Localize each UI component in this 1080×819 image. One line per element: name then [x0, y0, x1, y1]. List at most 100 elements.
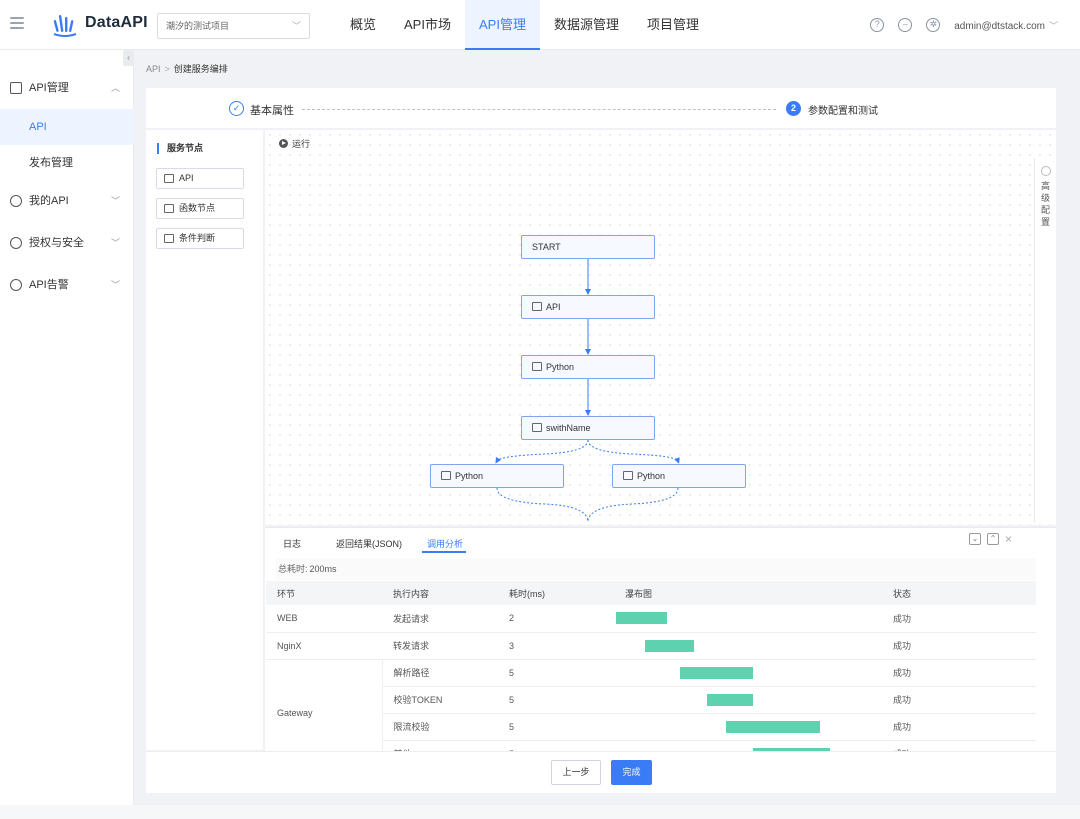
waterfall-bar	[725, 720, 820, 733]
close-icon[interactable]: ×	[1005, 533, 1012, 545]
step1-label[interactable]: 基本属性	[250, 102, 294, 118]
prev-button[interactable]: 上一步	[551, 760, 601, 785]
panel-actions: ⌄ ⌃ ×	[969, 533, 1012, 545]
col-ms: 耗时(ms)	[498, 581, 614, 605]
flow-node-label: Python	[455, 471, 484, 481]
gear-icon[interactable]: ✲	[926, 18, 941, 32]
project-select[interactable]: 潮汐的测试项目 ﹀	[157, 13, 310, 39]
waterfall-bar	[645, 639, 694, 652]
flow-node-python-right[interactable]: Python	[612, 464, 746, 488]
sidebar-sub-publish[interactable]: 发布管理	[0, 145, 134, 181]
top-header: DataAPI 潮汐的测试项目 ﹀ 概览 API市场 API管理 数据源管理 项…	[0, 0, 1080, 50]
run-button[interactable]: 运行	[279, 137, 310, 150]
settings-icon	[1041, 166, 1051, 176]
cell-waterfall	[614, 632, 882, 660]
call-analysis-table: 环节 执行内容 耗时(ms) 瀑布图 状态 WEB 发起请求 2 成功 Ngin…	[266, 581, 1036, 768]
cell-ms: 2	[498, 605, 614, 633]
nav-api-market[interactable]: API市场	[390, 0, 465, 50]
node-function[interactable]: 函数节点	[156, 198, 244, 219]
cell-ms: 3	[498, 632, 614, 660]
cell-stage: WEB	[266, 605, 382, 633]
cell-waterfall	[614, 659, 882, 687]
cell-waterfall	[614, 605, 882, 633]
tab-analysis[interactable]: 调用分析	[427, 537, 463, 550]
nav-datasource[interactable]: 数据源管理	[540, 0, 633, 50]
nav-api-manage[interactable]: API管理	[464, 0, 540, 50]
chevron-down-icon: ﹀	[291, 21, 301, 31]
node-label: 条件判断	[179, 233, 216, 243]
table-row: 限流校验 5 成功	[266, 713, 1036, 741]
flow-node-label: Python	[546, 362, 575, 372]
sidebar-sub-api[interactable]: API	[0, 109, 134, 145]
cell-content: 发起请求	[382, 605, 498, 633]
waterfall-bar	[680, 666, 753, 679]
function-node-icon	[532, 362, 542, 371]
node-panel	[146, 130, 263, 750]
flow-node-python-left[interactable]: Python	[430, 464, 564, 488]
menu-toggle-icon[interactable]	[10, 17, 24, 29]
sidebar-item-api-manage[interactable]: API管理 ︿	[0, 71, 134, 105]
my-api-icon	[10, 195, 22, 207]
cell-ms: 5	[498, 659, 614, 687]
nav-project[interactable]: 项目管理	[633, 0, 713, 50]
node-condition[interactable]: 条件判断	[156, 228, 244, 249]
done-button[interactable]: 完成	[611, 760, 652, 785]
table-row: WEB 发起请求 2 成功	[266, 605, 1036, 633]
sidebar-item-security[interactable]: 授权与安全 ﹀	[0, 226, 134, 260]
breadcrumb-current: 创建服务编排	[173, 64, 228, 74]
table-row: Gateway 解析路径 5 成功	[266, 659, 1036, 768]
page-bottom-edge	[0, 805, 1080, 819]
expand-icon[interactable]: ⌃	[987, 533, 999, 545]
function-node-icon	[623, 471, 633, 480]
table-header: 环节 执行内容 耗时(ms) 瀑布图 状态	[266, 581, 1036, 605]
waterfall-bar	[707, 693, 753, 706]
chevron-up-icon: ︿	[110, 83, 120, 93]
cell-ms: 5	[498, 686, 614, 714]
cell-status: 成功	[882, 605, 1036, 633]
sidebar-item-label: API告警	[29, 279, 69, 291]
flow-node-switch[interactable]: swithName	[521, 416, 655, 440]
user-menu[interactable]: admin@dtstack.com ﹀	[954, 19, 1058, 32]
help-icon[interactable]: ?	[870, 18, 885, 32]
flow-node-python[interactable]: Python	[521, 355, 655, 379]
sidebar-item-label: 我的API	[29, 195, 69, 207]
nav-overview[interactable]: 概览	[336, 0, 390, 50]
sidebar-item-alarm[interactable]: API告警 ﹀	[0, 268, 134, 302]
shield-icon	[10, 237, 22, 249]
dataapi-logo	[53, 15, 77, 37]
col-waterfall: 瀑布图	[614, 581, 882, 605]
cell-status: 成功	[882, 686, 1036, 714]
chevron-down-icon: ﹀	[1048, 20, 1058, 31]
cell-content: 解析路径	[382, 659, 498, 687]
flow-node-api[interactable]: API	[521, 295, 655, 319]
node-api[interactable]: API	[156, 168, 244, 189]
footer-bar	[146, 751, 1056, 793]
advanced-config-label[interactable]: 高级配置	[1041, 180, 1051, 228]
cell-status: 成功	[882, 713, 1036, 741]
tab-log[interactable]: 日志	[283, 537, 301, 550]
flow-node-label: swithName	[546, 423, 591, 433]
function-node-icon	[164, 204, 174, 213]
condition-node-icon	[164, 234, 174, 243]
waterfall-bar	[616, 612, 667, 624]
tab-json[interactable]: 返回结果(JSON)	[336, 537, 402, 550]
collapse-icon[interactable]: ⌄	[969, 533, 981, 545]
step-connector	[302, 109, 776, 110]
active-tab-indicator	[422, 551, 466, 553]
user-email: admin@dtstack.com	[954, 20, 1045, 32]
cell-content: 限流校验	[382, 713, 498, 741]
flow-node-label: Python	[637, 471, 666, 481]
message-icon[interactable]: –	[898, 18, 913, 32]
api-node-icon	[164, 174, 174, 183]
breadcrumb-root[interactable]: API	[146, 64, 161, 74]
flow-node-start[interactable]: START	[521, 235, 655, 259]
project-select-value: 潮汐的测试项目	[166, 21, 230, 31]
node-label: API	[179, 173, 194, 183]
step2-label: 参数配置和测试	[808, 106, 878, 117]
total-time: 总耗时: 200ms	[276, 558, 1036, 580]
cell-waterfall	[614, 686, 882, 714]
api-node-icon	[532, 302, 542, 311]
sidebar-collapse-button[interactable]: ‹	[123, 50, 134, 66]
sidebar-item-my-api[interactable]: 我的API ﹀	[0, 184, 134, 218]
chevron-down-icon: ﹀	[110, 280, 120, 290]
